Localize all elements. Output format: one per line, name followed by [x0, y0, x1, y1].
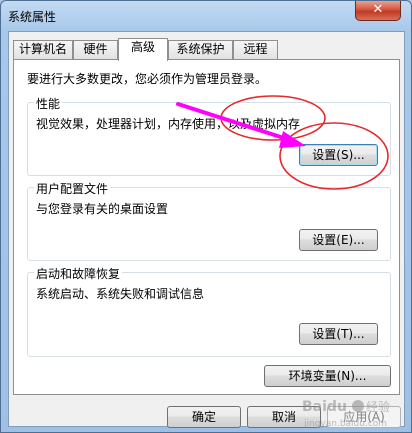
environment-variables-button[interactable]: 环境变量(N)... — [264, 365, 391, 387]
svg-text:经验: 经验 — [366, 399, 390, 414]
performance-description: 视觉效果，处理器计划，内存使用，以及虚拟内存 — [36, 117, 301, 131]
startup-recovery-group: 启动和故障恢复 系统启动、系统失败和调试信息 设置(T)... — [27, 265, 391, 357]
window-title: 系统属性 — [8, 10, 57, 24]
svg-text:jingyan.baidu.com: jingyan.baidu.com — [303, 419, 387, 429]
system-properties-window: 系统属性 ✕ 计算机名 硬件 高级 系统保护 远程 要进行大多数更改，您必须作为… — [0, 0, 412, 433]
tab-computer-name[interactable]: 计算机名 — [13, 40, 73, 59]
user-profiles-title: 用户配置文件 — [34, 180, 111, 197]
tab-remote[interactable]: 远程 — [233, 40, 278, 59]
ok-button[interactable]: 确定 — [167, 406, 241, 428]
close-icon: ✕ — [372, 2, 384, 17]
tab-label: 系统保护 — [176, 42, 225, 56]
tab-system-protection[interactable]: 系统保护 — [168, 40, 233, 59]
tab-label: 远程 — [243, 42, 268, 56]
startup-recovery-settings-button[interactable]: 设置(T)... — [299, 323, 378, 345]
svg-text:Baidu: Baidu — [302, 399, 347, 415]
user-profiles-description: 与您登录有关的桌面设置 — [36, 202, 169, 216]
close-button[interactable]: ✕ — [355, 1, 401, 21]
performance-title: 性能 — [34, 95, 63, 112]
admin-note: 要进行大多数更改，您必须作为管理员登录。 — [27, 72, 268, 86]
advanced-tab-panel: 要进行大多数更改，您必须作为管理员登录。 性能 视觉效果，处理器计划，内存使用，… — [13, 59, 400, 395]
tab-label: 硬件 — [83, 42, 108, 56]
startup-recovery-title: 启动和故障恢复 — [34, 265, 123, 282]
tab-label: 计算机名 — [18, 42, 67, 56]
user-profiles-group: 用户配置文件 与您登录有关的桌面设置 设置(E)... — [27, 180, 391, 261]
user-profiles-settings-button[interactable]: 设置(E)... — [299, 229, 378, 251]
performance-group: 性能 视觉效果，处理器计划，内存使用，以及虚拟内存 设置(S)... — [27, 95, 391, 176]
tab-advanced[interactable]: 高级 — [118, 38, 168, 61]
dialog-client-area: 计算机名 硬件 高级 系统保护 远程 要进行大多数更改，您必须作为管理员登录。 … — [8, 31, 405, 428]
title-bar[interactable]: 系统属性 ✕ — [1, 1, 411, 31]
performance-settings-button[interactable]: 设置(S)... — [299, 144, 378, 166]
tab-label: 高级 — [130, 40, 155, 54]
tab-hardware[interactable]: 硬件 — [73, 40, 118, 59]
startup-recovery-description: 系统启动、系统失败和调试信息 — [36, 287, 205, 301]
watermark-logo: Baidu 经验 jingyan.baidu.com — [300, 395, 410, 431]
